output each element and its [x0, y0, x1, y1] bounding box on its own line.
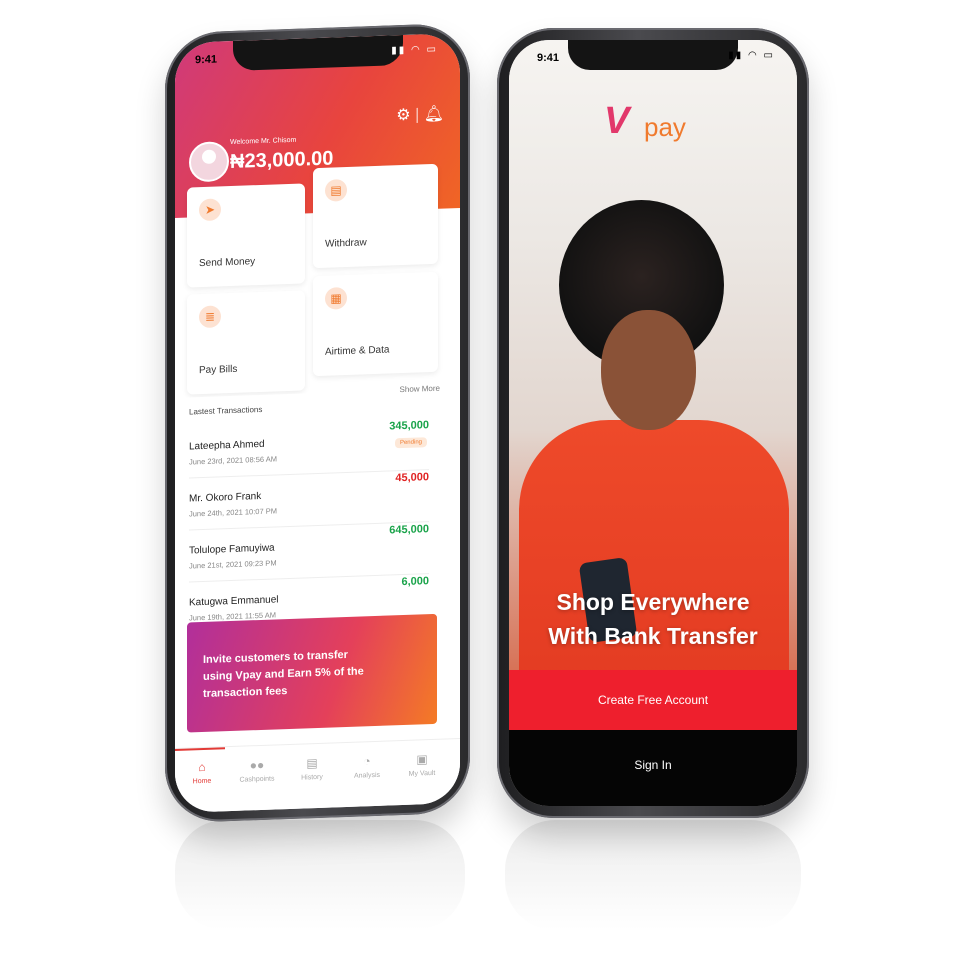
- gear-icon[interactable]: ⚙: [396, 107, 410, 125]
- vpay-logo-mark: V: [604, 100, 630, 142]
- headline-line-1: Shop Everywhere: [556, 589, 750, 615]
- bottom-tab-bar: ⌂ Home ●● Cashpoints ▤ History ◔ Analysi…: [175, 738, 460, 813]
- tab-label: Home: [192, 777, 212, 786]
- referral-promo-banner[interactable]: Invite customers to transfer using Vpay …: [187, 613, 437, 733]
- send-money-label: Send Money: [199, 256, 256, 270]
- active-tab-indicator: [175, 747, 225, 751]
- document-icon: ▤: [306, 755, 318, 771]
- bell-icon[interactable]: 🔔︎: [424, 106, 444, 124]
- left-phone: 9:41 ▮▮ ◠ ▭ Welcome Mr. Chisom ₦23,000.0…: [165, 22, 470, 824]
- send-money-button[interactable]: ➤ Send Money: [187, 183, 305, 288]
- headline-line-2: With Bank Transfer: [548, 623, 758, 649]
- pay-bills-button[interactable]: ≣ Pay Bills: [187, 290, 305, 395]
- wallet-icon: ▣: [416, 752, 428, 767]
- pie-chart-icon: ◔: [363, 754, 371, 769]
- bill-icon: ≣: [199, 305, 221, 329]
- tab-my-vault[interactable]: ▣ My Vault: [397, 751, 447, 778]
- hero-headline: Shop Everywhere With Bank Transfer: [509, 585, 797, 653]
- transaction-name: Katugwa Emmanuel: [189, 594, 279, 609]
- right-phone: 9:41 ▮▮ ◠ ▭ V pay Shop Everywhere With B…: [497, 28, 809, 818]
- show-more-link[interactable]: Show More: [400, 384, 440, 394]
- pay-bills-label: Pay Bills: [199, 363, 238, 377]
- users-icon: ●●: [249, 757, 265, 773]
- header-icons: ⚙ | 🔔︎: [396, 105, 444, 125]
- withdraw-label: Withdraw: [325, 237, 367, 250]
- tab-label: History: [301, 773, 323, 782]
- notch: [568, 40, 738, 70]
- tab-history[interactable]: ▤ History: [287, 755, 337, 782]
- signal-wifi-battery-icon: ▮▮ ◠ ▭: [391, 43, 438, 57]
- transaction-amount: 645,000: [389, 523, 429, 537]
- transaction-name: Mr. Okoro Frank: [189, 490, 262, 505]
- hero-photo-body: [519, 420, 789, 700]
- airtime-data-label: Airtime & Data: [325, 344, 390, 358]
- sign-in-button[interactable]: Sign In: [509, 730, 797, 806]
- right-phone-reflection: [505, 820, 801, 930]
- transaction-date: June 23rd, 2021 08:56 AM: [189, 454, 277, 467]
- tab-analysis[interactable]: ◔ Analysis: [342, 753, 392, 780]
- transaction-row[interactable]: Mr. Okoro Frank June 24th, 2021 10:07 PM…: [189, 471, 429, 531]
- withdraw-button[interactable]: ▤ Withdraw: [313, 163, 438, 269]
- transaction-amount: 45,000: [395, 471, 429, 485]
- right-phone-screen: 9:41 ▮▮ ◠ ▭ V pay Shop Everywhere With B…: [509, 40, 797, 806]
- airtime-data-button[interactable]: ▦ Airtime & Data: [313, 271, 438, 377]
- tab-home[interactable]: ⌂ Home: [177, 759, 227, 786]
- transaction-date: June 24th, 2021 10:07 PM: [189, 506, 277, 519]
- status-time: 9:41: [195, 53, 218, 67]
- cash-icon: ▤: [325, 178, 347, 202]
- transaction-name: Tolulope Famuyiwa: [189, 542, 275, 557]
- signal-wifi-battery-icon: ▮▮ ◠ ▭: [728, 50, 775, 61]
- transaction-name: Lateepha Ahmed: [189, 438, 265, 453]
- tab-cashpoints[interactable]: ●● Cashpoints: [232, 757, 282, 784]
- transaction-date: June 21st, 2021 09:23 PM: [189, 558, 277, 571]
- notch: [232, 35, 403, 71]
- paper-plane-icon: ➤: [199, 198, 221, 222]
- transaction-row[interactable]: Tolulope Famuyiwa June 21st, 2021 09:23 …: [189, 523, 429, 583]
- transaction-amount: 345,000: [389, 419, 429, 433]
- vpay-logo-text: pay: [644, 112, 686, 142]
- tab-label: My Vault: [408, 769, 436, 778]
- tab-label: Analysis: [353, 771, 381, 780]
- create-account-button[interactable]: Create Free Account: [509, 670, 797, 730]
- welcome-text: Welcome Mr. Chisom: [230, 136, 297, 147]
- left-phone-reflection: [175, 820, 465, 930]
- status-badge: Pending: [394, 437, 427, 449]
- promo-text: Invite customers to transfer using Vpay …: [203, 648, 364, 700]
- hero-photo-face: [601, 310, 696, 430]
- calculator-icon: ▦: [325, 286, 347, 310]
- left-phone-screen: 9:41 ▮▮ ◠ ▭ Welcome Mr. Chisom ₦23,000.0…: [175, 33, 460, 813]
- home-icon: ⌂: [198, 759, 206, 775]
- transaction-row[interactable]: Lateepha Ahmed June 23rd, 2021 08:56 AM …: [189, 419, 429, 479]
- tab-label: Cashpoints: [239, 775, 275, 784]
- status-time: 9:41: [537, 52, 560, 64]
- avatar[interactable]: [189, 141, 229, 183]
- transaction-amount: 6,000: [401, 575, 429, 589]
